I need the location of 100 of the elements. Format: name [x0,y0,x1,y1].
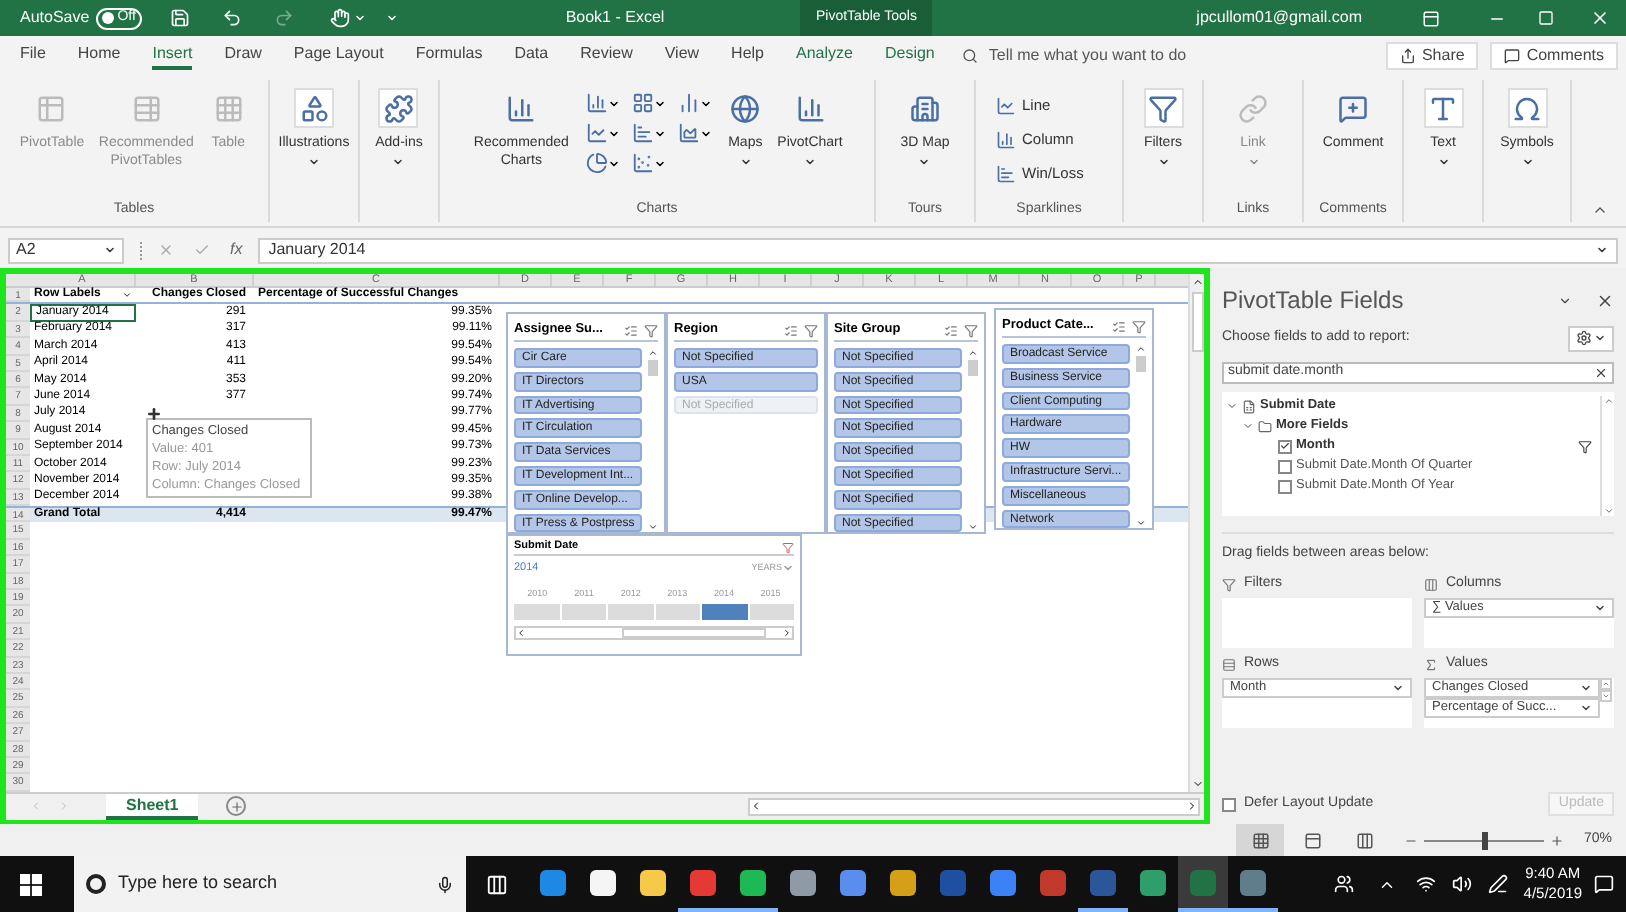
expander-icon[interactable] [1242,420,1254,432]
chart-type-button[interactable] [631,92,666,114]
sheet-tab[interactable]: Sheet1 [106,793,199,820]
comments-button[interactable]: Comments [1490,42,1618,70]
taskbar-search-box[interactable]: Type here to search [74,856,466,912]
ribbon-tab[interactable]: File [20,42,46,70]
field-list-scrollbar[interactable] [1600,396,1614,516]
chart-type-button[interactable] [585,152,620,174]
scroll-up-icon[interactable] [1603,396,1613,406]
ribbon-tab[interactable]: Help [731,42,764,70]
page-break-icon [1355,831,1373,849]
chart-type-button[interactable] [631,152,666,174]
scroll-right-icon[interactable] [782,628,792,638]
restore-icon[interactable] [1538,10,1554,26]
ribbon-tab[interactable]: View [664,42,700,70]
slicer-scrollbar[interactable] [966,348,978,533]
scrollbar-thumb[interactable] [1191,292,1203,352]
add-sheet-button[interactable] [226,796,247,817]
timeline-scrollbar[interactable] [514,626,794,640]
name-box[interactable]: A2 [8,237,124,263]
chart-type-button[interactable] [585,92,620,114]
zoom-slider-thumb[interactable] [1481,831,1487,849]
tell-me-field[interactable]: Tell me what you want to do [988,44,1187,68]
scroll-down-icon[interactable] [967,522,977,533]
chart-type-button[interactable] [631,122,666,144]
ribbon-tab[interactable]: Home [77,42,121,70]
share-button[interactable]: Share [1385,42,1479,70]
touch-mode-icon[interactable] [329,8,350,28]
ribbon-tab[interactable]: Design [884,42,935,70]
plus-icon [229,799,244,814]
chart-type-button[interactable] [585,122,620,144]
wifi-icon[interactable] [1415,874,1436,894]
scrollbar-thumb[interactable] [967,360,977,376]
scrollbar-thumb[interactable] [622,628,766,638]
ribbon-tab[interactable]: Data [514,42,549,70]
insert-function-button[interactable]: fx [230,238,243,262]
close-icon[interactable] [1590,8,1610,28]
scroll-left-icon[interactable] [750,800,762,813]
defer-checkbox[interactable] [1222,797,1236,811]
filter-dropdown-icon[interactable] [122,290,132,301]
columns-icon [1424,578,1438,592]
scroll-down-icon[interactable] [1603,506,1613,516]
windows-logo-icon[interactable] [20,873,42,895]
pane-options-icon[interactable] [1558,293,1572,307]
scrollbar-thumb[interactable] [647,360,658,376]
cortana-icon[interactable] [86,874,106,894]
save-icon[interactable] [169,8,190,28]
task-view-icon[interactable] [486,873,508,895]
ribbon-tab[interactable]: Page Layout [293,42,384,70]
pen-icon[interactable] [1487,874,1508,894]
collapse-ribbon-icon[interactable] [1591,202,1607,218]
ribbon-display-icon[interactable] [1422,9,1440,27]
waterfall-chart-icon [677,92,700,114]
field-checkbox[interactable] [1278,459,1292,473]
zoom-in-icon[interactable] [1550,833,1564,847]
scroll-up-icon[interactable] [1135,344,1145,354]
formula-field[interactable]: January 2014 [258,237,1618,263]
ribbon-tab[interactable]: Insert [152,42,193,70]
vertical-scrollbar[interactable] [1188,274,1204,792]
multi-select-icon[interactable] [624,323,638,337]
clear-filter-icon[interactable] [782,541,794,553]
account-name[interactable]: jpcullom01@gmail.com [1196,6,1362,30]
clear-search-icon[interactable] [1594,366,1608,380]
scroll-down-icon[interactable] [1191,777,1203,790]
clear-filter-icon[interactable] [964,323,978,337]
multi-select-icon[interactable] [1112,319,1126,333]
horizontal-scrollbar[interactable] [748,797,1200,816]
microphone-icon[interactable] [436,875,454,893]
ribbon-tab[interactable]: Draw [224,42,262,70]
settings-button[interactable] [1568,325,1614,351]
scroll-up-icon[interactable] [1191,276,1203,288]
scroll-up-icon[interactable] [967,348,977,358]
column-chart-icon [585,92,608,114]
field-checkbox[interactable] [1278,479,1292,493]
undo-icon[interactable] [221,8,242,28]
view-button[interactable] [1236,824,1284,856]
ribbon-tab[interactable]: Review [580,42,633,70]
scroll-right-icon[interactable] [1186,800,1198,813]
slicer-scrollbar[interactable] [1134,344,1146,529]
scroll-down-icon[interactable] [1135,518,1145,529]
scroll-left-icon[interactable] [516,628,526,638]
ribbon-tab[interactable]: Formulas [415,42,483,70]
chart-type-button[interactable] [677,92,712,114]
scroll-up-icon[interactable] [647,348,658,358]
ribbon-tab[interactable]: Analyze [796,42,853,70]
scrollbar-thumb[interactable] [1135,356,1145,372]
field-checkbox[interactable] [1278,439,1292,453]
clear-filter-icon[interactable] [1132,319,1146,333]
expander-icon[interactable] [1226,400,1238,412]
slicer-scrollbar[interactable] [646,348,658,533]
scroll-down-icon[interactable] [647,522,658,533]
clear-filter-icon[interactable] [644,323,658,337]
close-icon[interactable] [1596,291,1614,309]
notifications-icon[interactable] [1594,874,1614,894]
multi-select-icon[interactable] [784,323,798,337]
clear-filter-icon[interactable] [804,323,818,337]
multi-select-icon[interactable] [944,323,958,337]
chart-type-button[interactable] [677,122,712,144]
people-icon[interactable] [1333,874,1354,894]
volume-icon[interactable] [1451,874,1472,894]
